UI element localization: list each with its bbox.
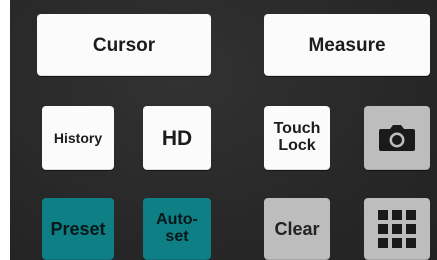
measure-button[interactable]: Measure bbox=[264, 14, 430, 76]
autoset-label-line2: set bbox=[165, 228, 189, 245]
cursor-button[interactable]: Cursor bbox=[37, 14, 211, 76]
preset-button[interactable]: Preset bbox=[42, 198, 114, 260]
control-panel: Cursor Measure History HD Touch Lock Pre… bbox=[10, 0, 437, 260]
measure-button-label: Measure bbox=[308, 34, 386, 56]
autoset-label-line1: Auto- bbox=[156, 211, 198, 229]
autoset-button[interactable]: Auto- set bbox=[143, 198, 211, 260]
grid-icon bbox=[378, 210, 416, 248]
camera-icon bbox=[379, 125, 415, 151]
touch-lock-button[interactable]: Touch Lock bbox=[264, 106, 330, 170]
preset-button-label: Preset bbox=[50, 219, 106, 239]
hd-button[interactable]: HD bbox=[143, 106, 211, 170]
clear-button[interactable]: Clear bbox=[264, 198, 330, 260]
history-button-label: History bbox=[53, 130, 103, 146]
touch-lock-label-line1: Touch bbox=[273, 120, 321, 138]
hd-button-label: HD bbox=[161, 126, 193, 150]
cursor-button-label: Cursor bbox=[92, 34, 156, 56]
touch-lock-label-line2: Lock bbox=[278, 137, 316, 154]
screenshot-button[interactable] bbox=[364, 106, 430, 170]
history-button[interactable]: History bbox=[42, 106, 114, 170]
apps-button[interactable] bbox=[364, 198, 430, 260]
clear-button-label: Clear bbox=[274, 219, 320, 239]
